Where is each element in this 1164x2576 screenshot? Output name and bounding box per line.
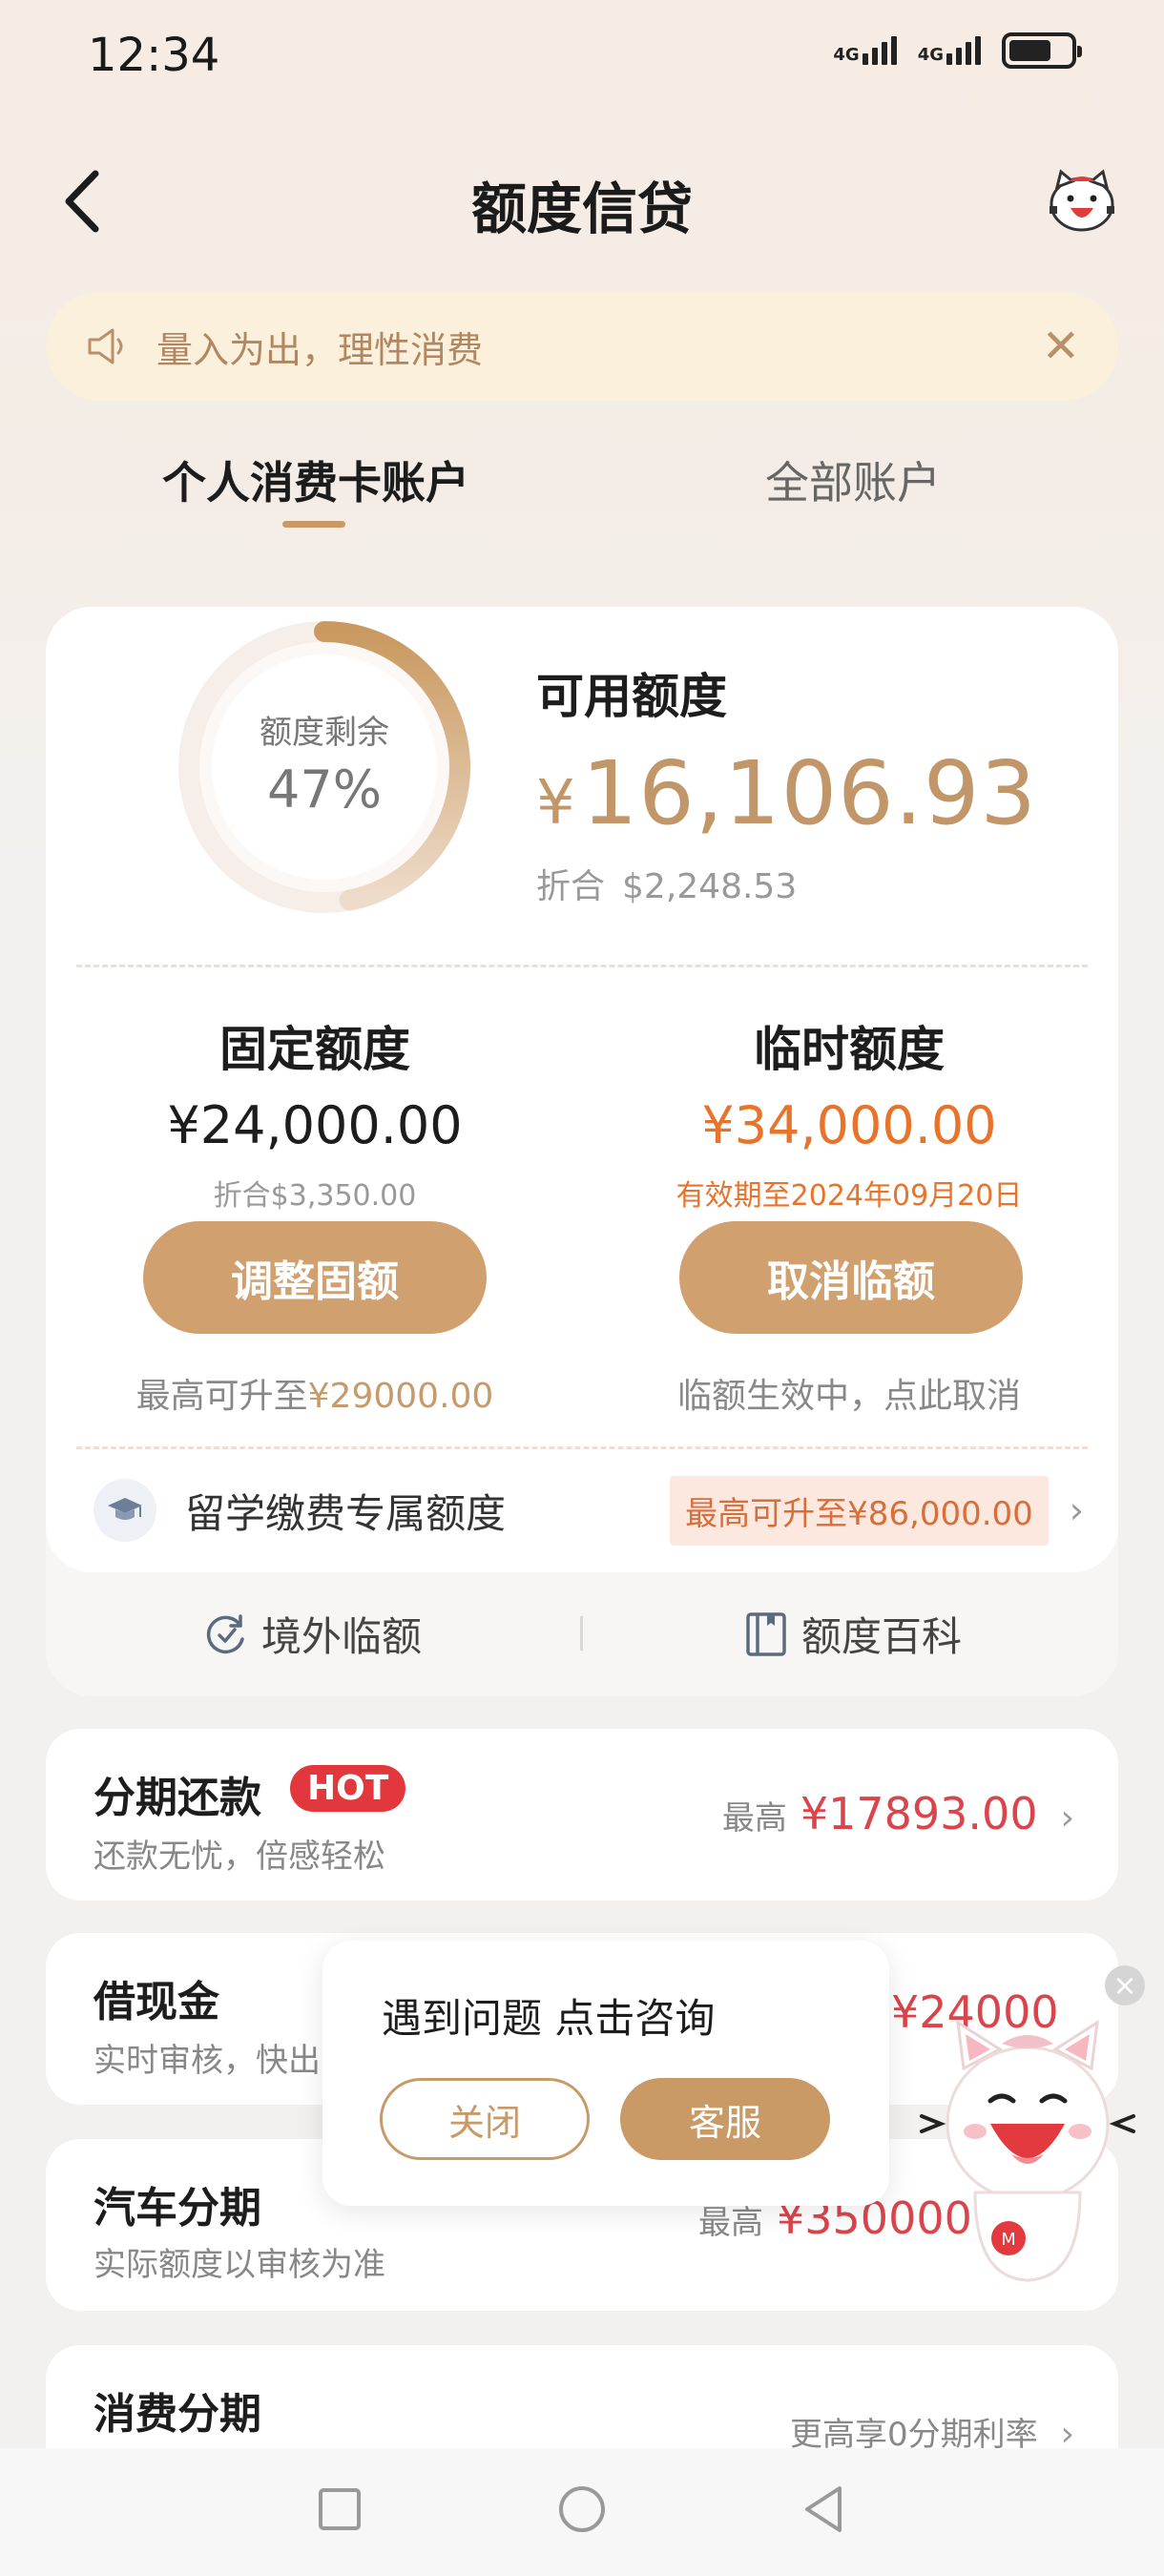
adjust-fixed-button[interactable]: 调整固额 (143, 1221, 487, 1334)
equiv-amount: $2,248.53 (622, 867, 798, 906)
status-icons: 4G 4G (833, 32, 1082, 69)
book-icon (746, 1611, 786, 1656)
cancel-temp-button[interactable]: 取消临额 (679, 1221, 1023, 1334)
divider (76, 965, 1088, 967)
chevron-right-icon: › (1069, 1489, 1084, 1531)
temp-hint[interactable]: 临额生效中，点此取消 (620, 1368, 1078, 1418)
page-title: 额度信贷 (470, 177, 693, 241)
tab-personal-account[interactable]: 个人消费卡账户 (162, 448, 469, 511)
home-icon[interactable] (553, 2481, 611, 2538)
svg-text:M: M (1001, 2230, 1016, 2250)
close-icon[interactable]: ✕ (1042, 323, 1080, 369)
equiv-label: 折合 (536, 867, 606, 906)
signal-icon-2: 4G (918, 36, 981, 65)
study-abroad-credit-row[interactable]: 留学缴费专属额度 最高可升至¥86,000.00 › (46, 1450, 1118, 1570)
available-credit-amount: ¥16,106.93 (536, 742, 1037, 844)
help-popup (322, 1941, 889, 2206)
overseas-temp-credit-link[interactable]: 境外临额 (202, 1605, 422, 1663)
fixed-hint-prefix: 最高可升至 (135, 1377, 308, 1416)
popup-close-button[interactable]: 关闭 (380, 2078, 590, 2160)
divider (76, 1446, 1088, 1449)
cash-loan-sub: 实时审核，快出 (94, 2042, 321, 2080)
fixed-credit-title: 固定额度 (219, 1022, 410, 1077)
tab-underline (282, 521, 345, 528)
mascot-close-icon[interactable]: × (1105, 1965, 1145, 2005)
installment-repayment-sub: 还款无忧，倍感轻松 (94, 1838, 385, 1876)
notice-text: 量入为出，理性消费 (156, 328, 484, 371)
graduation-cap-icon (94, 1479, 156, 1542)
mascot-avatar-icon[interactable] (1044, 168, 1120, 235)
battery-icon (1002, 32, 1082, 69)
max-amount: ¥17893.00 (800, 1788, 1038, 1839)
temp-credit-title: 临时额度 (754, 1022, 945, 1077)
temp-credit-amount: ¥34,000.00 (701, 1095, 997, 1155)
installment-repayment-max: 最高 ¥17893.00 › (722, 1788, 1074, 1839)
credit-encyclopedia-link[interactable]: 额度百科 (744, 1605, 962, 1663)
back-nav-icon[interactable] (796, 2481, 853, 2538)
overseas-temp-credit-label: 境外临额 (261, 1613, 423, 1660)
refresh-clock-icon (206, 1613, 244, 1653)
notice-banner: 量入为出，理性消费 ✕ (46, 292, 1118, 401)
max-label: 最高 (721, 1799, 787, 1838)
cash-loan-title: 借现金 (94, 1978, 219, 2026)
ring-label: 额度剩余 (260, 714, 389, 752)
separator (580, 1616, 583, 1651)
available-equiv: 折合 $2,248.53 (536, 859, 797, 908)
study-credit-label: 留学缴费专属额度 (185, 1489, 507, 1537)
customer-service-button[interactable]: 客服 (620, 2078, 830, 2160)
ring-percent: 47% (266, 759, 383, 820)
temp-credit-expiry: 有效期至2024年09月20日 (676, 1179, 1023, 1213)
credit-encyclopedia-label: 额度百科 (801, 1613, 963, 1660)
signal-icon: 4G (833, 36, 897, 65)
hot-badge: HOT (290, 1765, 406, 1812)
available-credit-label: 可用额度 (536, 669, 727, 724)
fixed-hint[interactable]: 最高可升至¥29000.00 (86, 1368, 544, 1418)
installment-repayment-title: 分期还款 (94, 1774, 261, 1822)
tab-all-accounts[interactable]: 全部账户 (765, 448, 941, 511)
auto-installment-sub: 实际额度以审核为准 (94, 2246, 385, 2284)
currency-symbol: ¥ (536, 768, 576, 839)
fixed-hint-value: ¥29000.00 (307, 1377, 494, 1416)
auto-installment-title: 汽车分期 (94, 2184, 261, 2233)
consumer-installment-title: 消费分期 (94, 2390, 261, 2439)
status-time: 12:34 (88, 29, 220, 82)
fixed-credit-amount: ¥24,000.00 (167, 1095, 463, 1155)
study-credit-tag: 最高可升至¥86,000.00 (670, 1475, 1049, 1546)
amount-value: 16,106.93 (581, 742, 1037, 844)
speaker-icon (88, 328, 123, 364)
fixed-credit-equiv: 折合$3,350.00 (213, 1179, 417, 1213)
recent-apps-icon[interactable] (311, 2481, 368, 2538)
mascot-cat-icon[interactable]: M (918, 2011, 1137, 2288)
chevron-right-icon: › (1060, 1798, 1074, 1838)
help-popup-text: 遇到问题 点击咨询 (382, 1995, 716, 2042)
